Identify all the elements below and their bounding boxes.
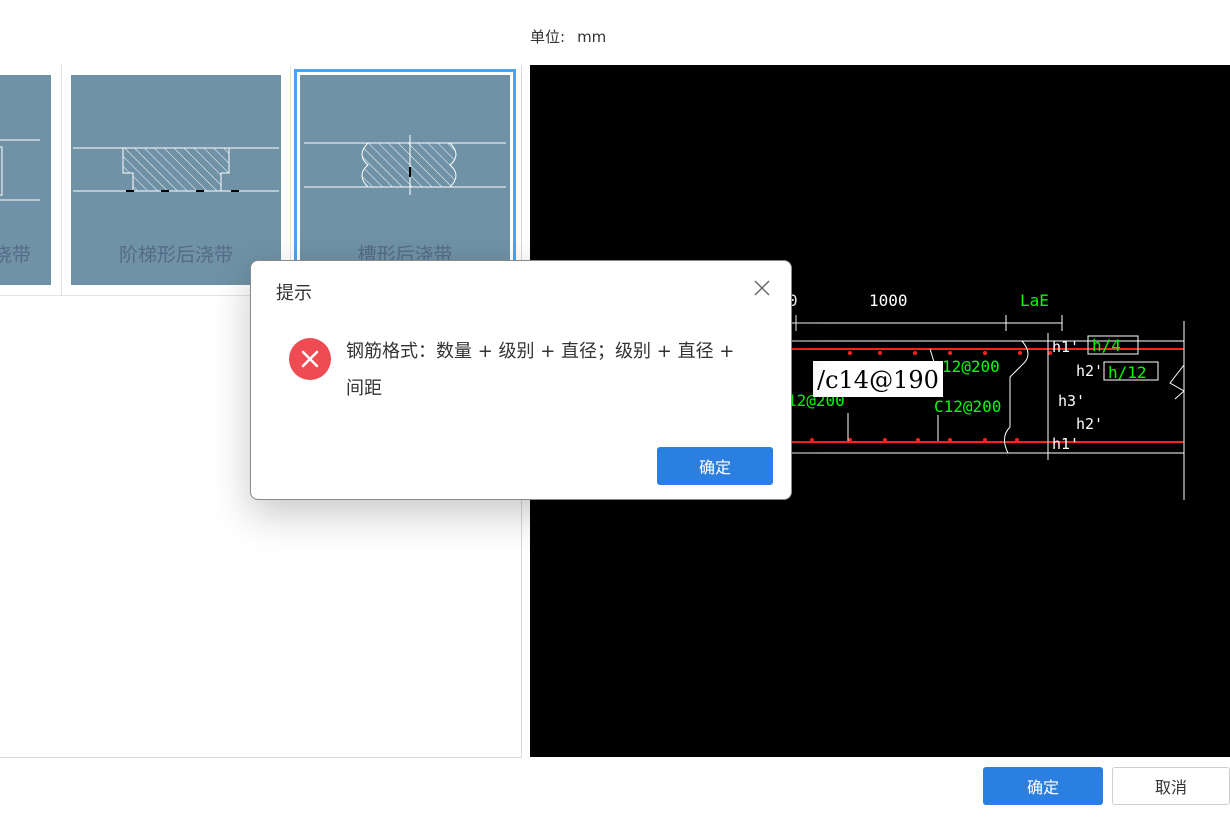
thumbnail-stepped-post-pour-strip[interactable]: 阶梯形后浇带 xyxy=(71,75,281,285)
unit-indicator: 单位: mm xyxy=(530,26,606,47)
unit-label: 单位: xyxy=(530,28,566,46)
dialog-message: 钢筋格式：数量 + 级别 + 直径；级别 + 直径 + 间距 xyxy=(346,341,735,399)
dialog-ok-button[interactable]: 确定 xyxy=(657,447,773,485)
error-icon xyxy=(289,338,331,380)
unit-value: mm xyxy=(577,28,607,46)
rebar-input-value[interactable]: /c14@190 xyxy=(817,366,939,394)
tag-h12: h/12 xyxy=(1108,363,1147,382)
close-icon[interactable] xyxy=(751,277,773,299)
rebar-dots-top xyxy=(848,351,1052,355)
tag-h1: h1' xyxy=(1052,338,1079,356)
tag-h4: h/4 xyxy=(1092,336,1121,355)
tag-h2: h2' xyxy=(1076,362,1103,380)
dim-lae: LaE xyxy=(1020,291,1049,310)
rebar-label-top: 12@200 xyxy=(942,357,1000,376)
tag-h2b: h2' xyxy=(1076,415,1103,433)
confirm-button[interactable]: 确定 xyxy=(983,767,1103,805)
thumbnail-post-pour-strip[interactable]: 后浇带 xyxy=(0,75,51,285)
tag-h3: h3' xyxy=(1058,392,1085,410)
rebar-label-right: C12@200 xyxy=(934,397,1001,416)
cancel-button[interactable]: 取消 xyxy=(1112,767,1230,805)
dim-1000: 1000 xyxy=(869,291,908,310)
thumbnail-label: 阶梯形后浇带 xyxy=(118,244,233,266)
divider xyxy=(61,65,62,295)
alert-dialog: 提示 钢筋格式：数量 + 级别 + 直径；级别 + 直径 + 间距 确定 xyxy=(250,260,792,500)
tag-h1b: h1' xyxy=(1052,435,1079,453)
dialog-title: 提示 xyxy=(276,283,312,304)
thumbnail-label: 后浇带 xyxy=(0,244,32,266)
thumbnail-grooved-post-pour-strip[interactable]: 槽形后浇带 xyxy=(294,69,516,291)
